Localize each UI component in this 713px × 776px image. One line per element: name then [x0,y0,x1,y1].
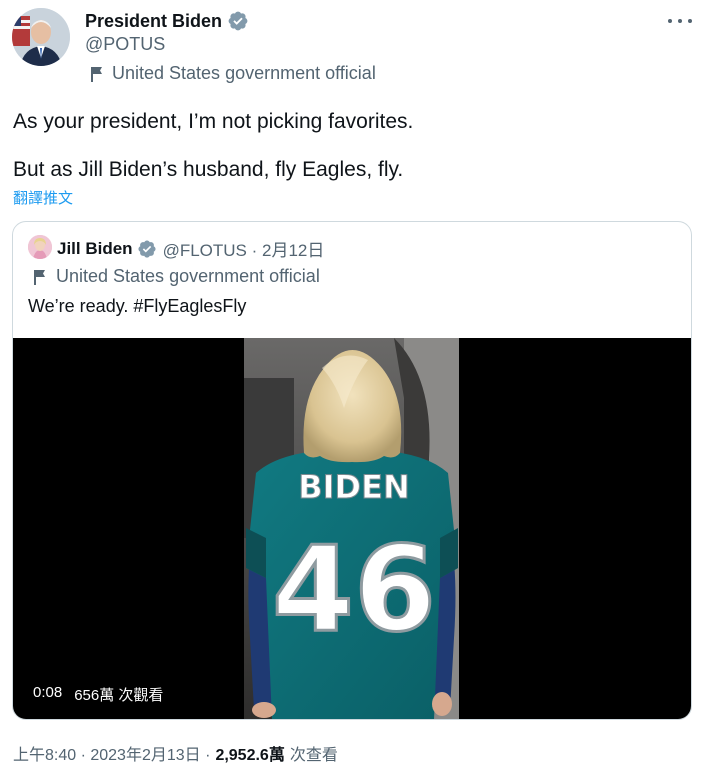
quoted-handle-and-date[interactable]: @FLOTUS · 2月12日 [163,236,325,261]
author-display-name[interactable]: President Biden [85,11,222,32]
dot [668,19,672,23]
tweet-timestamp[interactable]: 上午8:40 · 2023年2月13日 · [13,741,210,765]
dot [678,19,682,23]
author-handle[interactable]: @POTUS [85,34,165,55]
quoted-tweet-card[interactable]: Jill Biden @FLOTUS · 2月12日 United States… [12,221,692,720]
quoted-government-label-text: United States government official [56,266,320,286]
avatar-image [12,8,70,66]
avatar[interactable] [12,8,70,66]
verified-badge-icon[interactable] [227,10,249,32]
tweet-timestamp-row: 上午8:40 · 2023年2月13日 · 2,952.6萬 次查看 [13,741,338,765]
video-view-count: 656萬 次觀看 [74,687,164,704]
government-label[interactable]: United States government official [90,63,376,84]
jersey-number: 46 [272,520,436,658]
quoted-avatar-image [28,235,52,259]
tweet: President Biden @POTUS United States gov… [0,0,713,776]
dot [688,19,692,23]
flag-icon [34,269,45,285]
video-player[interactable]: BIDEN 46 0:08 656萬 次觀看 [13,338,691,719]
flag-icon [91,66,102,82]
views-count: 2,952.6萬 [215,747,285,764]
verified-badge-icon[interactable] [137,239,157,259]
tweet-text-line-2: But as Jill Biden’s husband, fly Eagles,… [13,158,404,181]
video-info: 0:08 656萬 次觀看 [33,684,163,705]
views-label: 次查看 [289,747,338,764]
quoted-header: Jill Biden @FLOTUS · 2月12日 [57,236,324,261]
video-duration: 0:08 [33,684,63,701]
quoted-display-name[interactable]: Jill Biden [57,239,133,259]
tweet-text-line-1: As your president, I’m not picking favor… [13,110,414,133]
author-name-row: President Biden [85,10,249,32]
video-thumbnail-image: BIDEN 46 [244,338,459,719]
translate-tweet-link[interactable]: 翻譯推文 [13,187,73,208]
quoted-tweet-text: We’re ready. #FlyEaglesFly [28,296,247,316]
quoted-government-label[interactable]: United States government official [33,266,320,287]
government-label-text: United States government official [112,63,376,83]
video-frame: BIDEN 46 [244,338,459,719]
jersey-name: BIDEN [298,468,410,506]
quoted-avatar[interactable] [28,235,52,259]
more-options-icon[interactable] [668,12,692,30]
